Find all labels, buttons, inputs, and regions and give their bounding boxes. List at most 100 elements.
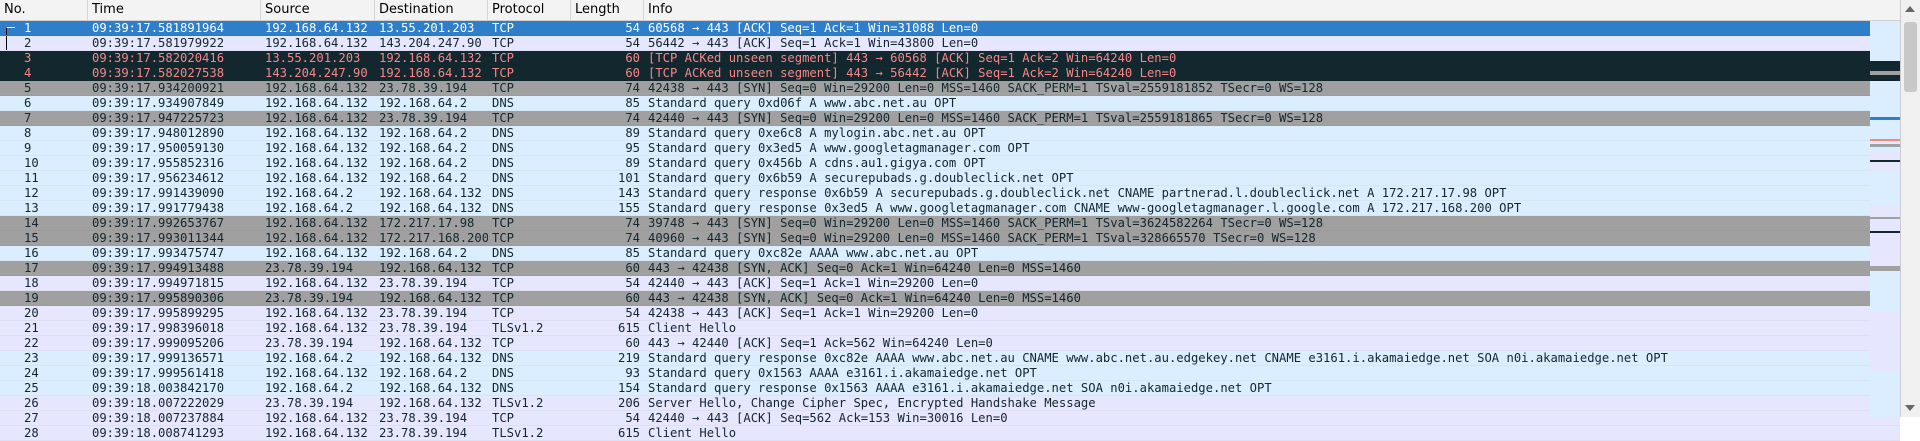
packet-number: 19 — [24, 291, 39, 305]
column-header-info[interactable]: Info — [644, 0, 1900, 20]
packet-length: 54 — [625, 21, 640, 35]
packet-row[interactable]: 3 09:39:17.582020416 13.55.201.203 192.168.… — [0, 51, 1900, 66]
packet-number: 6 — [24, 96, 32, 110]
packet-length: 74 — [625, 81, 640, 95]
packet-row[interactable]: 8 09:39:17.948012890 192.168.64.132 192.168… — [0, 126, 1900, 141]
scroll-down-icon[interactable] — [1905, 405, 1915, 411]
packet-info: Standard query response 0x1563 AAAA e316… — [648, 381, 1272, 395]
column-header-source[interactable]: Source — [261, 0, 375, 20]
packet-no: 23 — [0, 351, 88, 365]
column-header-time[interactable]: Time — [88, 0, 261, 20]
packet-row[interactable]: 26 09:39:18.007222029 23.78.39.194 192.168.… — [0, 396, 1900, 411]
packet-info: 42438 → 443 [SYN] Seq=0 Win=29200 Len=0 … — [648, 81, 1324, 95]
packet-row[interactable]: 12 09:39:17.991439090 192.168.64.2 192.168.… — [0, 186, 1900, 201]
packet-protocol: TCP — [492, 36, 515, 50]
packet-time: 09:39:18.008741293 — [92, 426, 225, 440]
packet-source: 23.78.39.194 — [265, 336, 354, 350]
scrollbar-thumb[interactable] — [1904, 22, 1917, 92]
scroll-up-icon[interactable] — [1905, 6, 1915, 12]
packet-time: 09:39:17.999561418 — [92, 366, 225, 380]
packet-protocol: TLSv1.2 — [492, 396, 544, 410]
packet-row[interactable]: 17 09:39:17.994913488 23.78.39.194 192.168.… — [0, 261, 1900, 276]
packet-destination: 192.168.64.132 — [379, 351, 482, 365]
packet-row[interactable]: 16 09:39:17.993475747 192.168.64.132 192.16… — [0, 246, 1900, 261]
packet-info: Client Hello — [648, 321, 737, 335]
packet-row[interactable]: 6 09:39:17.934907849 192.168.64.132 192.168… — [0, 96, 1900, 111]
packet-length: 74 — [625, 216, 640, 230]
packet-row[interactable]: 1 09:39:17.581891964 192.168.64.132 13.55.2… — [0, 21, 1900, 36]
packet-time: 09:39:17.950059130 — [92, 141, 225, 155]
packet-row[interactable]: 22 09:39:17.999095206 23.78.39.194 192.168.… — [0, 336, 1900, 351]
packet-row[interactable]: 18 09:39:17.994971815 192.168.64.132 23.78.… — [0, 276, 1900, 291]
packet-protocol: TCP — [492, 51, 515, 65]
packet-source: 192.168.64.132 — [265, 426, 368, 440]
packet-info: Standard query response 0x3ed5 A www.goo… — [648, 201, 1522, 215]
packet-info: 60568 → 443 [ACK] Seq=1 Ack=1 Win=31088 … — [648, 21, 979, 35]
packet-source: 192.168.64.132 — [265, 36, 368, 50]
packet-row[interactable]: 2 09:39:17.581979922 192.168.64.132 143.204… — [0, 36, 1900, 51]
packet-row[interactable]: 13 09:39:17.991779438 192.168.64.2 192.168.… — [0, 201, 1900, 216]
packet-row[interactable]: 23 09:39:17.999136571 192.168.64.2 192.168.… — [0, 351, 1900, 366]
packet-row[interactable]: 15 09:39:17.993011344 192.168.64.132 172.21… — [0, 231, 1900, 246]
packet-source: 192.168.64.132 — [265, 141, 368, 155]
packet-length: 60 — [625, 261, 640, 275]
packet-source: 192.168.64.2 — [265, 201, 354, 215]
packet-destination: 192.168.64.132 — [379, 66, 482, 80]
packet-destination: 192.168.64.2 — [379, 366, 468, 380]
packet-row[interactable]: 7 09:39:17.947225723 192.168.64.132 23.78.3… — [0, 111, 1900, 126]
packet-number: 1 — [24, 21, 32, 35]
packet-protocol: DNS — [492, 351, 515, 365]
packet-info: Client Hello — [648, 426, 737, 440]
packet-number: 12 — [24, 186, 39, 200]
packet-row[interactable]: 4 09:39:17.582027538 143.204.247.90 192.168… — [0, 66, 1900, 81]
packet-time: 09:39:17.934200921 — [92, 81, 225, 95]
packet-row[interactable]: 27 09:39:18.007237884 192.168.64.132 23.78.… — [0, 411, 1900, 426]
packet-protocol: DNS — [492, 366, 515, 380]
packet-length: 89 — [625, 126, 640, 140]
vertical-scrollbar[interactable] — [1900, 0, 1920, 417]
packet-row[interactable]: 10 09:39:17.955852316 192.168.64.132 192.16… — [0, 156, 1900, 171]
packet-row[interactable]: 21 09:39:17.998396018 192.168.64.132 23.78.… — [0, 321, 1900, 336]
packet-no: 28 — [0, 426, 88, 440]
packet-minimap[interactable] — [1870, 21, 1900, 417]
packet-info: [TCP ACKed unseen segment] 443 → 56442 [… — [648, 66, 1177, 80]
packet-row[interactable]: 9 09:39:17.950059130 192.168.64.132 192.168… — [0, 141, 1900, 156]
packet-time: 09:39:17.947225723 — [92, 111, 225, 125]
packet-number: 22 — [24, 336, 39, 350]
packet-row[interactable]: 24 09:39:17.999561418 192.168.64.132 192.16… — [0, 366, 1900, 381]
packet-length: 93 — [625, 366, 640, 380]
packet-number: 15 — [24, 231, 39, 245]
packet-no: 6 — [0, 96, 88, 110]
packet-no: 27 — [0, 411, 88, 425]
packet-row[interactable]: 25 09:39:18.003842170 192.168.64.2 192.168.… — [0, 381, 1900, 396]
packet-source: 192.168.64.132 — [265, 411, 368, 425]
packet-info: 42440 → 443 [ACK] Seq=562 Ack=153 Win=30… — [648, 411, 1008, 425]
packet-length: 143 — [617, 186, 640, 200]
packet-row[interactable]: 28 09:39:18.008741293 192.168.64.132 23.78.… — [0, 426, 1900, 441]
packet-row[interactable]: 14 09:39:17.992653767 192.168.64.132 172.21… — [0, 216, 1900, 231]
packet-no: 7 — [0, 111, 88, 125]
packet-length: 95 — [625, 141, 640, 155]
packet-row[interactable]: 20 09:39:17.995899295 192.168.64.132 23.78.… — [0, 306, 1900, 321]
packet-row[interactable]: 19 09:39:17.995890306 23.78.39.194 192.168.… — [0, 291, 1900, 306]
packet-source: 192.168.64.2 — [265, 351, 354, 365]
minimap-marker — [1870, 173, 1900, 203]
packet-protocol: TCP — [492, 231, 515, 245]
packet-length: 54 — [625, 36, 640, 50]
column-header-length[interactable]: Length — [571, 0, 644, 20]
packet-row[interactable]: 5 09:39:17.934200921 192.168.64.132 23.78.3… — [0, 81, 1900, 96]
column-header-destination[interactable]: Destination — [375, 0, 488, 20]
packet-length: 89 — [625, 156, 640, 170]
packet-length: 101 — [617, 171, 640, 185]
packet-source: 23.78.39.194 — [265, 396, 354, 410]
packet-time: 09:39:17.955852316 — [92, 156, 225, 170]
column-header-no[interactable]: No. — [0, 0, 88, 20]
packet-time: 09:39:17.582027538 — [92, 66, 225, 80]
packet-row[interactable]: 11 09:39:17.956234612 192.168.64.132 192.16… — [0, 171, 1900, 186]
minimap-marker — [1870, 371, 1900, 417]
packet-protocol: TCP — [492, 21, 515, 35]
packet-protocol: DNS — [492, 96, 515, 110]
packet-info: Standard query response 0x6b59 A securep… — [648, 186, 1507, 200]
column-header-protocol[interactable]: Protocol — [488, 0, 571, 20]
packet-number: 13 — [24, 201, 39, 215]
